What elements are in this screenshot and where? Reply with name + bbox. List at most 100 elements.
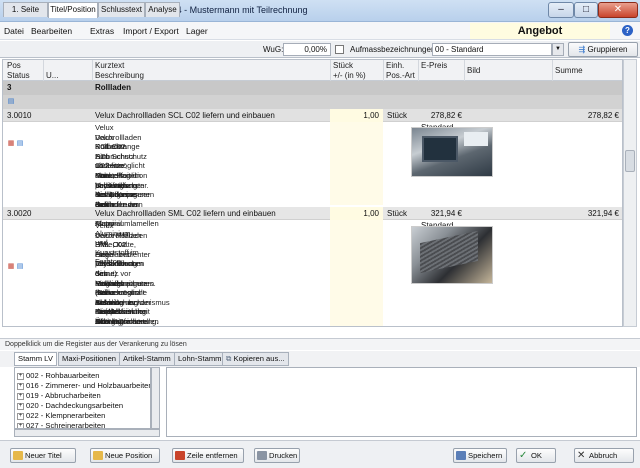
menu-datei[interactable]: Datei	[4, 26, 24, 36]
menu-extras[interactable]: Extras	[90, 26, 114, 36]
group-button[interactable]: ⇶ Gruppieren	[568, 42, 638, 57]
lv-tree[interactable]: +002 - Rohbauarbeiten +016 - Zimmerer- u…	[14, 367, 151, 429]
wug-input[interactable]: 0,00%	[283, 43, 331, 56]
roller-shutter-shape	[420, 230, 478, 274]
table-row[interactable]: 3.0020 Velux Dachrollladen SML C02 liefe…	[3, 207, 622, 220]
tree-vertical-scrollbar[interactable]	[151, 367, 160, 429]
tree-item-label: 019 - Abbrucharbeiten	[26, 391, 101, 400]
document-icon[interactable]: ▤	[16, 263, 24, 271]
menu-lager[interactable]: Lager	[186, 26, 208, 36]
tab-kopieren-label: Kopieren aus...	[233, 354, 285, 363]
save-icon	[456, 451, 466, 460]
tree-item[interactable]: +019 - Abbrucharbeiten	[17, 391, 101, 400]
col-status[interactable]: Status	[7, 71, 30, 80]
close-button[interactable]: ✕	[598, 2, 638, 18]
col-posart[interactable]: Pos.-Art	[386, 71, 415, 80]
minimize-button[interactable]: –	[548, 2, 574, 18]
expand-icon[interactable]: +	[17, 392, 24, 400]
tree-item-label: 027 - Schreinerarbeiten	[26, 421, 106, 429]
col-kurztext[interactable]: Kurztext	[95, 61, 124, 70]
tab-artikel-stamm[interactable]: Artikel-Stamm	[119, 352, 175, 366]
print-button[interactable]: Drucken	[254, 448, 300, 463]
tab-erste-seite[interactable]: 1. Seite	[3, 2, 48, 17]
help-icon[interactable]: ?	[622, 25, 633, 36]
tree-item[interactable]: +020 - Dachdeckungsarbeiten	[17, 401, 123, 410]
new-position-icon	[93, 451, 103, 460]
check-icon: ✓	[519, 450, 528, 461]
chevron-down-icon[interactable]: ▼	[552, 43, 564, 56]
expand-icon[interactable]: +	[17, 412, 24, 420]
tree-horizontal-scrollbar[interactable]	[14, 429, 160, 437]
group-title: Rollladen	[95, 83, 132, 92]
row-pos: 3.0010	[7, 111, 32, 120]
row-einh: Stück	[387, 209, 408, 218]
grid-vertical-scrollbar[interactable]	[623, 59, 637, 327]
tab-lohn-stamm[interactable]: Lohn-Stamm	[174, 352, 226, 366]
expand-icon[interactable]: +	[17, 372, 24, 380]
lower-tab-bar: Stamm LV Maxi-Positionen Artikel-Stamm L…	[0, 351, 640, 367]
document-icon[interactable]: ▤	[16, 140, 24, 148]
tree-item-label: 022 - Klempnerarbeiten	[26, 411, 106, 420]
tab-analyse[interactable]: Analyse	[145, 2, 180, 17]
save-button[interactable]: Speichern	[453, 448, 507, 463]
col-divider	[383, 60, 384, 81]
tree-item[interactable]: +002 - Rohbauarbeiten	[17, 371, 99, 380]
stueck-cell[interactable]	[330, 220, 383, 326]
tab-maxi-positionen[interactable]: Maxi-Positionen	[58, 352, 121, 366]
col-plusminus[interactable]: +/- (in %)	[333, 71, 366, 80]
new-position-button[interactable]: Neue Position	[90, 448, 160, 463]
stueck-cell[interactable]	[330, 122, 383, 205]
new-position-label: Neue Position	[105, 451, 153, 460]
table-row[interactable]: 3.0010 Velux Dachrollladen SCL C02 liefe…	[3, 109, 622, 122]
tab-kopieren-aus[interactable]: ⧉ Kopieren aus...	[222, 352, 289, 366]
aufmass-select[interactable]: 00 - Standard	[432, 43, 552, 56]
cancel-button[interactable]: ✕ Abbruch	[574, 448, 634, 463]
menu-bearbeiten[interactable]: Bearbeiten	[31, 26, 72, 36]
new-title-button[interactable]: Neuer Titel	[10, 448, 76, 463]
row-epreis: 321,94 €	[430, 209, 462, 218]
positions-grid[interactable]: Pos Status U... Kurztext Beschreibung St…	[2, 59, 623, 327]
remove-row-button[interactable]: Zeile entfernen	[172, 448, 244, 463]
printer-icon	[257, 451, 267, 460]
col-summe[interactable]: Summe	[555, 66, 583, 75]
aufmass-label: Aufmassbezeichnungen:	[350, 45, 438, 54]
row-stueck[interactable]: 1,00	[330, 109, 383, 122]
tab-titel-position[interactable]: Titel/Position	[48, 2, 98, 18]
scrollbar-thumb[interactable]	[625, 150, 635, 172]
col-divider	[464, 60, 465, 81]
col-bild[interactable]: Bild	[467, 66, 480, 75]
wug-checkbox[interactable]	[335, 45, 344, 54]
new-title-icon	[13, 451, 23, 460]
col-epreis[interactable]: E-Preis	[421, 61, 447, 70]
group-pos: 3	[7, 83, 12, 92]
expand-icon[interactable]: +	[17, 382, 24, 390]
footer-toolbar: Neuer Titel Neue Position Zeile entferne…	[0, 440, 640, 468]
tree-item[interactable]: +016 - Zimmerer- und Holzbauarbeiten	[17, 381, 150, 390]
tree-item-label: 020 - Dachdeckungsarbeiten	[26, 401, 124, 410]
window-frame-shape	[422, 136, 458, 162]
print-label: Drucken	[269, 451, 298, 460]
row-kurztext: Velux Dachrollladen SCL C02 liefern und …	[95, 111, 275, 120]
row-pos: 3.0020	[7, 209, 32, 218]
group-row[interactable]: 3 Rollladen	[3, 81, 622, 95]
ok-button[interactable]: ✓ OK	[516, 448, 556, 463]
col-beschreibung[interactable]: Beschreibung	[95, 71, 144, 80]
col-einh[interactable]: Einh.	[386, 61, 404, 70]
maximize-button[interactable]: □	[574, 2, 598, 18]
tab-schlusstext[interactable]: Schlusstext	[98, 2, 145, 17]
row-stueck[interactable]: 1,00	[330, 207, 383, 220]
grid-icon[interactable]: ▦	[7, 263, 15, 271]
tree-item[interactable]: +022 - Klempnerarbeiten	[17, 411, 105, 420]
expand-icon[interactable]: +	[17, 402, 24, 410]
tab-stamm-lv[interactable]: Stamm LV	[14, 352, 57, 366]
remove-icon	[175, 451, 185, 460]
col-u[interactable]: U...	[46, 71, 58, 80]
menu-import-export[interactable]: Import / Export	[123, 26, 179, 36]
col-divider	[418, 60, 419, 81]
tree-item[interactable]: +027 - Schreinerarbeiten	[17, 421, 106, 429]
col-stueck[interactable]: Stück	[333, 61, 353, 70]
group-subrow: ▤	[3, 95, 622, 109]
copy-icon: ⧉	[226, 354, 234, 363]
grid-icon[interactable]: ▦	[7, 140, 15, 148]
col-pos[interactable]: Pos	[7, 61, 21, 70]
